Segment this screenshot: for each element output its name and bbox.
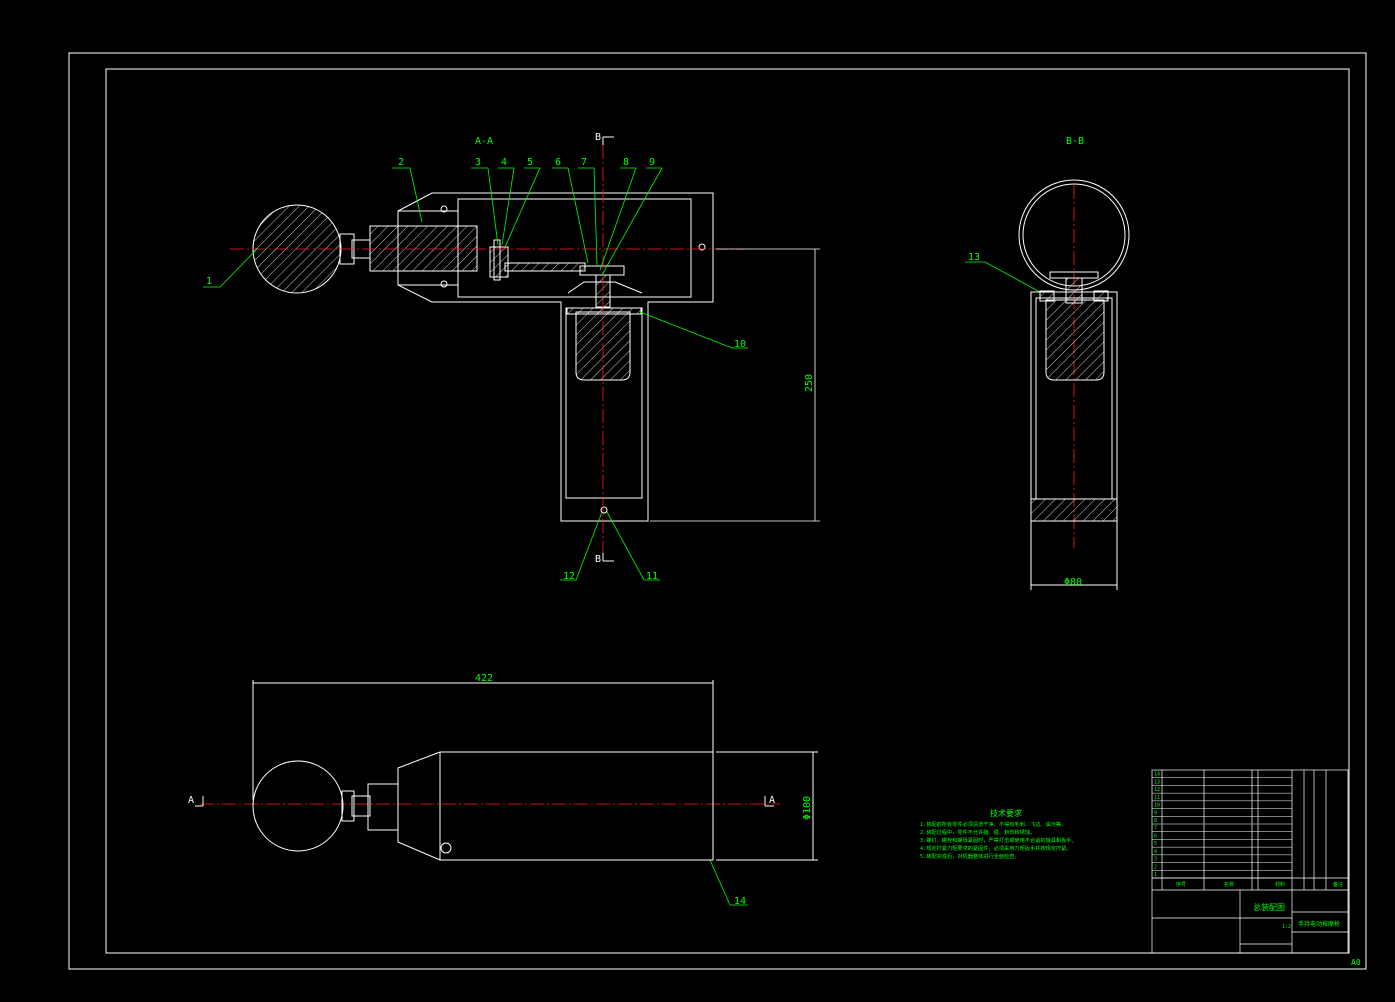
tech-req-line-2: 2.装配过程中，零件不允许磕、碰、划伤和锈蚀。	[920, 828, 1035, 836]
part-label-4: 4	[501, 157, 507, 168]
inner-border	[105, 68, 1350, 954]
bom-row-number: 8	[1154, 818, 1157, 824]
tech-req-title: 技术要求	[990, 808, 1022, 818]
part-label-6: 6	[555, 157, 561, 168]
bom-header-name: 名称	[1224, 881, 1234, 888]
title-block-text: 总装配图 手持电动按摩枪 1:2 序号 名称 材料 备注	[1176, 881, 1343, 930]
title-product-name: 手持电动按摩枪	[1298, 920, 1340, 928]
part-label-10: 10	[734, 339, 746, 350]
title-scale: 1:2	[1282, 924, 1291, 930]
part-label-13: 13	[968, 252, 980, 263]
part-label-8: 8	[623, 157, 629, 168]
part-label-14: 14	[734, 896, 746, 907]
part-label-9: 9	[649, 157, 655, 168]
bom-row-number: 12	[1154, 787, 1160, 793]
bom-row-number: 7	[1154, 826, 1157, 832]
bom-row-number: 6	[1154, 833, 1157, 839]
bom-row-number: 5	[1154, 841, 1157, 847]
dimension-250-label: 250	[804, 374, 815, 392]
section-aa-view	[252, 192, 714, 522]
sheet-size-label: A0	[1351, 958, 1361, 967]
dimension-422-label: 422	[475, 673, 493, 684]
part-label-2: 2	[398, 157, 404, 168]
bom-header-remark: 备注	[1333, 881, 1343, 888]
cut-label-b-top: B	[595, 132, 601, 143]
section-title-bb: B-B	[1066, 136, 1084, 147]
dimension-80-label: Φ80	[1064, 577, 1082, 588]
tech-req-line-4: 4.规定拧紧力矩要求的紧固件，必须采用力矩扳手并按规定拧紧。	[920, 844, 1072, 852]
bom-row-number: 11	[1154, 795, 1160, 801]
bb-motor	[1045, 299, 1105, 381]
cut-label-b-bottom: B	[595, 554, 601, 565]
dimension-250	[650, 248, 820, 522]
bom-row-number: 1	[1154, 872, 1157, 878]
part-label-12: 12	[563, 571, 575, 582]
cad-drawing: B B A A A-A B-B 1 2 3 4 5 6 7 8 9 10 11 …	[68, 52, 1367, 970]
bom-row-number: 9	[1154, 810, 1157, 816]
cut-label-a-left: A	[188, 795, 194, 806]
part-label-7: 7	[581, 157, 587, 168]
part-label-11: 11	[646, 571, 658, 582]
bom-row-numbers: 1413121110987654321	[1154, 772, 1160, 878]
bom-row-number: 2	[1154, 864, 1157, 870]
bom-row-number: 10	[1154, 803, 1160, 809]
title-drawing-type: 总装配图	[1253, 902, 1285, 912]
top-view	[252, 680, 818, 861]
bom-row-number: 14	[1154, 772, 1160, 778]
shaft	[369, 225, 478, 272]
section-title-aa: A-A	[475, 136, 493, 147]
part-label-3: 3	[475, 157, 481, 168]
bom-rows	[1152, 777, 1292, 879]
part-label-1: 1	[206, 276, 212, 287]
bom-row-number: 4	[1154, 849, 1157, 855]
technical-requirements: 技术要求 1.装配前所有零件必须清洗干净，不得有毛刺、飞边、油污等。 2.装配过…	[920, 808, 1077, 860]
tech-req-line-5: 5.装配完成后，对机器整体进行全面检查。	[920, 852, 1020, 860]
bom-header-material: 材料	[1275, 881, 1285, 888]
dimension-100-label: Φ100	[802, 796, 813, 820]
bom-row-number: 3	[1154, 857, 1157, 863]
bom-header-no: 序号	[1176, 881, 1186, 888]
part-label-5: 5	[527, 157, 533, 168]
tech-req-line-3: 3.螺钉、螺栓和螺母紧固时，严禁打击或使用不合适的旋具和扳手。	[920, 836, 1077, 844]
cut-label-a-right: A	[769, 795, 775, 806]
bom-row-number: 13	[1154, 779, 1160, 785]
tech-req-line-1: 1.装配前所有零件必须清洗干净，不得有毛刺、飞边、油污等。	[920, 820, 1066, 828]
drawing-canvas: B B A A A-A B-B 1 2 3 4 5 6 7 8 9 10 11 …	[0, 0, 1395, 998]
